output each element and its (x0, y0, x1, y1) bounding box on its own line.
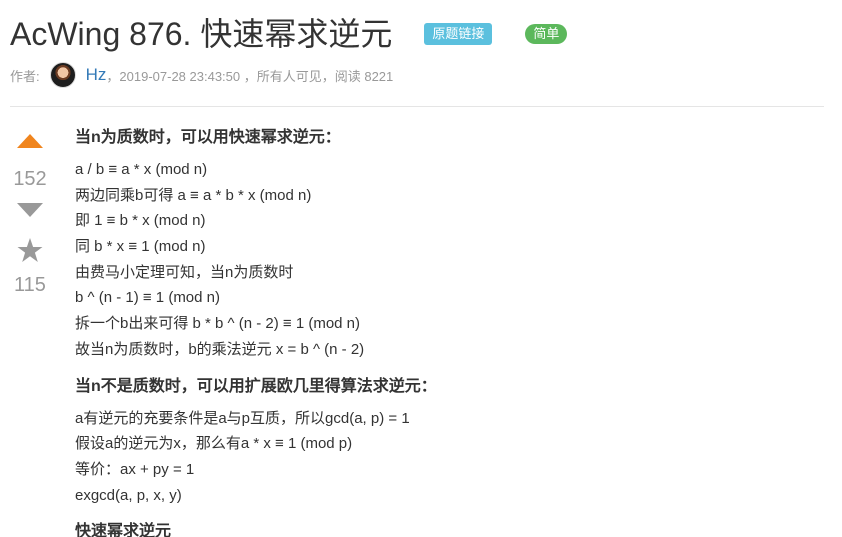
section-heading: 快速幂求逆元 (75, 523, 172, 537)
content-line: 即 1 ≡ b * x (mod n) (75, 212, 206, 230)
post-details: ，2019-07-28 23:43:50 ，所有人可见，阅读 8221 (106, 68, 394, 84)
post-page: AcWing 876. 快速幂求逆元 原题链接 简单 作者: Hz ，2019-… (0, 0, 842, 537)
content-line: 拆一个b出来可得 b * b ^ (n - 2) ≡ 1 (mod n) (75, 315, 361, 333)
section-heading: 当n不是质数时，可以用扩展欧几里得算法求逆元： (75, 377, 437, 395)
content-line: 等价：ax + py = 1 (75, 460, 195, 478)
content-line: 故当n为质数时，b的乘法逆元 x = b ^ (n - 2) (75, 340, 365, 358)
post-content: 当n为质数时，可以用快速幂求逆元： a / b ≡ a * x (mod n) … (75, 126, 815, 537)
page-title: AcWing 876. 快速幂求逆元 (10, 16, 393, 52)
section-heading: 当n为质数时，可以用快速幂求逆元： (75, 129, 341, 146)
title-row: AcWing 876. 快速幂求逆元 原题链接 简单 (10, 14, 568, 54)
content-line: a有逆元的充要条件是a与p互质，所以gcd(a, p) = 1 (75, 409, 410, 427)
content-line: 假设a的逆元为x，那么有a * x ≡ 1 (mod p) (75, 435, 353, 453)
content-line: 两边同乘b可得 a ≡ a * b * x (mod n) (75, 186, 312, 204)
favorite-count: 115 (14, 274, 46, 296)
vote-column: 152 115 (10, 128, 50, 297)
difficulty-badge: 简单 (525, 24, 568, 44)
section-body: a有逆元的充要条件是a与p互质，所以gcd(a, p) = 1 假设a的逆元为x… (75, 406, 815, 509)
content-line: exgcd(a, p, x, y) (75, 486, 182, 504)
divider (10, 106, 824, 107)
author-link[interactable]: Hz (86, 65, 107, 85)
content-line: 同 b * x ≡ 1 (mod n) (75, 238, 206, 256)
author-label: 作者: (10, 68, 40, 84)
star-icon[interactable] (17, 238, 43, 268)
meta-row: 作者: Hz ，2019-07-28 23:43:50 ，所有人可见，阅读 82… (10, 62, 393, 88)
section-body: a / b ≡ a * x (mod n) 两边同乘b可得 a ≡ a * b … (75, 157, 815, 363)
content-line: a / b ≡ a * x (mod n) (75, 161, 208, 178)
original-link-button[interactable]: 原题链接 (424, 23, 493, 45)
content-line: 由费马小定理可知，当n为质数时 (75, 263, 294, 281)
downvote-arrow-icon[interactable] (17, 203, 43, 222)
content-line: b ^ (n - 1) ≡ 1 (mod n) (75, 289, 220, 307)
avatar[interactable] (49, 62, 76, 88)
upvote-arrow-icon[interactable] (17, 134, 43, 153)
vote-count: 152 (13, 168, 47, 190)
